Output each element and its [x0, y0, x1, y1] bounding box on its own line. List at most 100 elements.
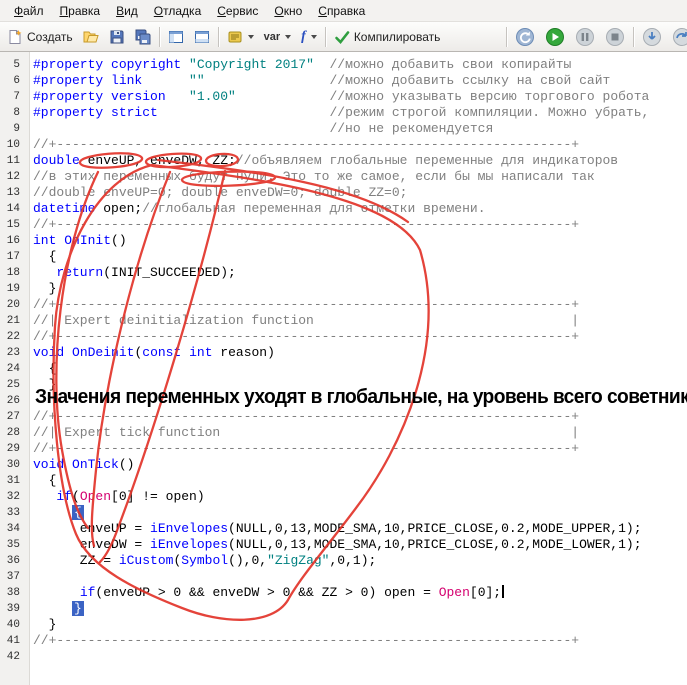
code-line[interactable]: 18 return(INIT_SUCCEEDED);	[0, 265, 687, 281]
menu-item-1[interactable]: Файл	[6, 1, 52, 21]
line-number[interactable]: 32	[0, 489, 28, 505]
line-number[interactable]: 23	[0, 345, 28, 361]
line-number[interactable]: 18	[0, 265, 28, 281]
code-line[interactable]: 20//+-----------------------------------…	[0, 297, 687, 313]
navigator-toggle-button[interactable]	[163, 25, 189, 49]
code-line[interactable]: 38 if(enveUP > 0 && enveDW > 0 && ZZ > 0…	[0, 585, 687, 601]
insert-function-button[interactable]: f	[296, 25, 322, 49]
code-line[interactable]: 9 //но не рекомендуется	[0, 121, 687, 137]
code-line[interactable]: 8#property strict //режим строгой компил…	[0, 105, 687, 121]
line-number[interactable]: 8	[0, 105, 28, 121]
line-number[interactable]: 40	[0, 617, 28, 633]
save-button[interactable]	[104, 25, 130, 49]
menu-item-5[interactable]: Сервис	[209, 1, 266, 21]
code-line[interactable]: 21//| Expert deinitialization function |	[0, 313, 687, 329]
insert-variable-button[interactable]: var	[259, 25, 297, 49]
code-line[interactable]: 40 }	[0, 617, 687, 633]
line-number[interactable]: 35	[0, 537, 28, 553]
line-number[interactable]: 17	[0, 249, 28, 265]
code-line[interactable]: 33 {	[0, 505, 687, 521]
menu-item-2[interactable]: Правка	[52, 1, 109, 21]
code-line[interactable]: 32 if(Open[0] != open)	[0, 489, 687, 505]
line-number[interactable]: 7	[0, 89, 28, 105]
code-line[interactable]: 13//double enveUP=0; double enveDW=0; do…	[0, 185, 687, 201]
code-line[interactable]: 11double enveUP, enveDW, ZZ;//объявляем …	[0, 153, 687, 169]
toolbox-toggle-button[interactable]	[189, 25, 215, 49]
code-line[interactable]: 31 {	[0, 473, 687, 489]
line-number[interactable]: 41	[0, 633, 28, 649]
code-line[interactable]: 42	[0, 649, 687, 665]
insert-snippet-button[interactable]	[222, 25, 259, 49]
debug-restart-button[interactable]	[510, 25, 540, 49]
line-number[interactable]: 19	[0, 281, 28, 297]
code-line[interactable]: 30void OnTick()	[0, 457, 687, 473]
code-line[interactable]: 37	[0, 569, 687, 585]
code-line[interactable]: 19 }	[0, 281, 687, 297]
code-line[interactable]: 25 }	[0, 377, 687, 393]
debug-stop-button[interactable]	[600, 25, 630, 49]
code-line[interactable]: 39 }	[0, 601, 687, 617]
code-line[interactable]: 41//+-----------------------------------…	[0, 633, 687, 649]
line-number[interactable]: 31	[0, 473, 28, 489]
line-number[interactable]: 30	[0, 457, 28, 473]
line-number[interactable]: 26	[0, 393, 28, 409]
code-line[interactable]: 6#property link "" //можно добавить ссыл…	[0, 73, 687, 89]
line-number[interactable]: 20	[0, 297, 28, 313]
code-line[interactable]: 36 ZZ = iCustom(Symbol(),0,"ZigZag",0,1)…	[0, 553, 687, 569]
code-line[interactable]: 23void OnDeinit(const int reason)	[0, 345, 687, 361]
menu-item-4[interactable]: Отладка	[146, 1, 209, 21]
code-line[interactable]: 5#property copyright "Copyright 2017" //…	[0, 57, 687, 73]
code-line[interactable]: 14datetime open;//глобальная переменная …	[0, 201, 687, 217]
line-number[interactable]: 10	[0, 137, 28, 153]
menu-item-6[interactable]: Окно	[266, 1, 310, 21]
code-line[interactable]: 7#property version "1.00" //можно указыв…	[0, 89, 687, 105]
line-number[interactable]: 36	[0, 553, 28, 569]
new-file-button[interactable]: Создать	[2, 25, 78, 49]
code-line[interactable]: 16int OnInit()	[0, 233, 687, 249]
code-line[interactable]: 12//в этих переменных будут нули. Это то…	[0, 169, 687, 185]
code-line[interactable]: 35 enveDW = iEnvelopes(NULL,0,13,MODE_SM…	[0, 537, 687, 553]
line-number[interactable]: 22	[0, 329, 28, 345]
line-number[interactable]: 42	[0, 649, 28, 665]
line-number[interactable]: 29	[0, 441, 28, 457]
line-number[interactable]: 13	[0, 185, 28, 201]
line-number[interactable]: 25	[0, 377, 28, 393]
menu-item-7[interactable]: Справка	[310, 1, 373, 21]
code-line[interactable]: 10//+-----------------------------------…	[0, 137, 687, 153]
line-number[interactable]: 14	[0, 201, 28, 217]
line-number[interactable]: 21	[0, 313, 28, 329]
line-number[interactable]: 6	[0, 73, 28, 89]
code-line[interactable]: 26	[0, 393, 687, 409]
line-number[interactable]: 27	[0, 409, 28, 425]
code-line[interactable]: 29//+-----------------------------------…	[0, 441, 687, 457]
line-number[interactable]: 9	[0, 121, 28, 137]
debug-pause-button[interactable]	[570, 25, 600, 49]
code-editor[interactable]: 5#property copyright "Copyright 2017" //…	[0, 52, 687, 685]
line-number[interactable]: 33	[0, 505, 28, 521]
line-number[interactable]: 11	[0, 153, 28, 169]
code-line[interactable]: 27//+-----------------------------------…	[0, 409, 687, 425]
line-number[interactable]: 38	[0, 585, 28, 601]
open-file-button[interactable]	[78, 25, 104, 49]
line-number[interactable]: 39	[0, 601, 28, 617]
code-line[interactable]: 28//| Expert tick function |	[0, 425, 687, 441]
code-line[interactable]: 15//+-----------------------------------…	[0, 217, 687, 233]
debug-step-over-button[interactable]	[667, 25, 687, 49]
code-line[interactable]: 17 {	[0, 249, 687, 265]
line-number[interactable]: 15	[0, 217, 28, 233]
line-number[interactable]: 16	[0, 233, 28, 249]
save-all-button[interactable]	[130, 25, 156, 49]
line-number[interactable]: 34	[0, 521, 28, 537]
code-line[interactable]: 24 {	[0, 361, 687, 377]
line-number[interactable]: 24	[0, 361, 28, 377]
line-number[interactable]: 12	[0, 169, 28, 185]
code-line[interactable]: 22//+-----------------------------------…	[0, 329, 687, 345]
debug-step-into-button[interactable]	[637, 25, 667, 49]
debug-start-button[interactable]	[540, 25, 570, 49]
compile-button[interactable]: Компилировать	[329, 25, 446, 49]
line-number[interactable]: 28	[0, 425, 28, 441]
line-number[interactable]: 5	[0, 57, 28, 73]
line-number[interactable]: 37	[0, 569, 28, 585]
code-line[interactable]: 34 enveUP = iEnvelopes(NULL,0,13,MODE_SM…	[0, 521, 687, 537]
menu-item-3[interactable]: Вид	[108, 1, 146, 21]
